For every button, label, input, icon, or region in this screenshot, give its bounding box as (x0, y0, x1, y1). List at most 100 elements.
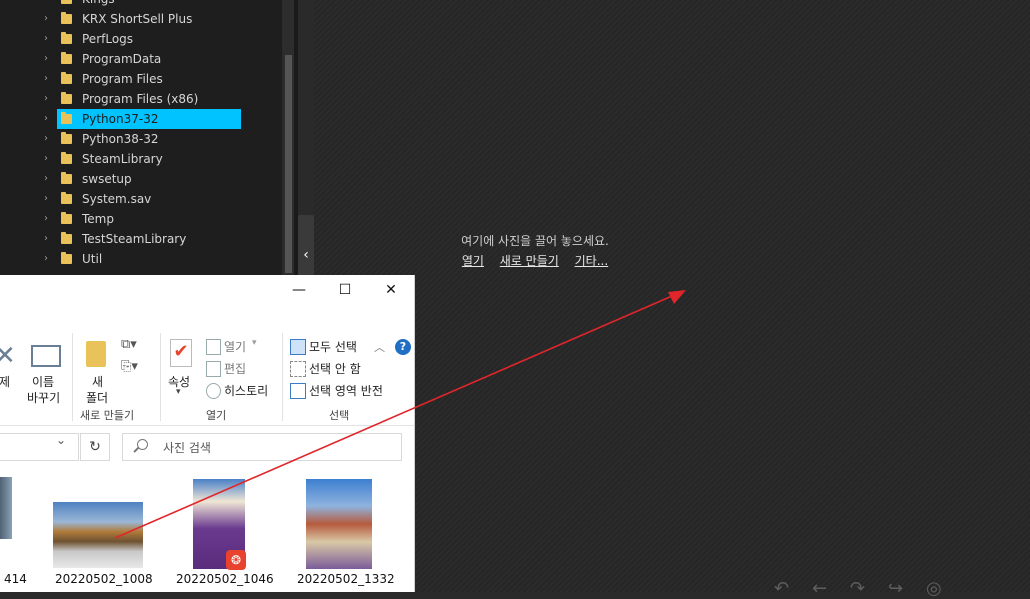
expand-chevron-icon[interactable]: › (44, 129, 54, 149)
invert-selection-label[interactable]: 선택 영역 반전 (309, 382, 383, 399)
forward-icon[interactable]: ↪ (888, 578, 903, 599)
select-none-icon[interactable] (290, 361, 306, 377)
file-label[interactable]: 20220502_1046 (176, 572, 274, 586)
folder-icon (61, 132, 72, 144)
tree-item-label: KRX ShortSell Plus (82, 12, 193, 26)
address-bar[interactable] (0, 433, 79, 461)
file-label[interactable]: 20220502_1332 (297, 572, 395, 586)
drop-links: 열기 새로 만들기 기타... (0, 252, 1030, 269)
expand-chevron-icon[interactable]: › (44, 169, 54, 189)
help-icon[interactable]: ? (395, 339, 411, 355)
file-thumbnail[interactable] (53, 502, 143, 568)
file-thumbnail[interactable] (0, 477, 12, 539)
folder-icon (61, 92, 72, 104)
search-icon (137, 439, 148, 450)
undo-icon[interactable]: ↶ (774, 578, 789, 599)
ribbon-separator (72, 333, 73, 421)
properties-icon[interactable]: ✔ (170, 339, 192, 367)
file-explorer-window: — ☐ ✕ ︿ ? ✕ 삭제 이름 바꾸기 새 폴더 ⧉▾ ⎘▾ 새로 만들기 … (0, 275, 415, 592)
rename-label-line2[interactable]: 바꾸기 (27, 389, 60, 406)
expand-chevron-icon[interactable]: › (44, 189, 54, 209)
delete-label[interactable]: 삭제 (0, 373, 10, 390)
new-link[interactable]: 새로 만들기 (500, 254, 559, 268)
easy-access-icon[interactable]: ⎘▾ (121, 359, 138, 374)
tree-item[interactable]: › SteamLibrary (0, 149, 282, 169)
file-label[interactable]: 20220502_1008 (55, 572, 153, 586)
tree-item[interactable]: › Program Files (0, 69, 282, 89)
file-thumbnail[interactable] (306, 479, 372, 569)
tree-item[interactable]: › System.sav (0, 189, 282, 209)
folder-icon (61, 72, 72, 84)
close-button[interactable]: ✕ (368, 275, 414, 305)
edit-label[interactable]: 편집 (224, 360, 246, 377)
delete-icon[interactable]: ✕ (0, 341, 16, 371)
folder-icon (61, 52, 72, 64)
tree-item[interactable]: › Python37-32 (0, 109, 282, 129)
tree-item-label: Kings (82, 0, 115, 9)
expand-chevron-icon[interactable]: › (44, 89, 54, 109)
select-all-label[interactable]: 모두 선택 (309, 338, 357, 355)
expand-chevron-icon[interactable]: › (44, 209, 54, 229)
file-label[interactable]: 414 (4, 572, 27, 586)
invert-selection-icon[interactable] (290, 383, 306, 399)
history-label[interactable]: 히스토리 (224, 382, 268, 399)
chevron-down-icon[interactable]: ⌄ (56, 433, 66, 447)
rename-label-line1[interactable]: 이름 (32, 373, 54, 390)
minimize-button[interactable]: — (276, 275, 322, 305)
new-item-icon[interactable]: ⧉▾ (121, 337, 137, 352)
tree-item-label: Program Files (x86) (82, 92, 199, 106)
tree-item[interactable]: › KRX ShortSell Plus (0, 9, 282, 29)
tree-item-label: Temp (82, 212, 114, 226)
search-input[interactable]: 사진 검색 (122, 433, 402, 461)
open-icon[interactable] (206, 339, 221, 355)
other-link[interactable]: 기타... (575, 254, 609, 268)
new-folder-line2[interactable]: 폴더 (86, 389, 108, 406)
refresh-icon[interactable]: ↻ (80, 433, 110, 461)
tree-item[interactable]: › swsetup (0, 169, 282, 189)
edit-icon[interactable] (206, 361, 221, 377)
tree-item-label: SteamLibrary (82, 152, 163, 166)
tree-item-label: System.sav (82, 192, 152, 206)
redo-icon[interactable]: ↷ (850, 578, 865, 599)
group-select-label: 선택 (329, 409, 350, 422)
open-label[interactable]: 열기 (224, 338, 246, 355)
select-all-icon[interactable] (290, 339, 306, 355)
tree-item-label: swsetup (82, 172, 132, 186)
expand-chevron-icon[interactable]: › (44, 49, 54, 69)
collapse-ribbon-icon[interactable]: ︿ (374, 339, 385, 355)
address-row: ⌄ ↻ 사진 검색 (0, 429, 414, 463)
expand-chevron-icon[interactable]: › (44, 0, 54, 9)
select-none-label[interactable]: 선택 안 함 (309, 360, 361, 377)
history-icon[interactable] (206, 383, 221, 399)
new-folder-line1[interactable]: 새 (92, 373, 103, 390)
maximize-button[interactable]: ☐ (322, 275, 368, 305)
expand-chevron-icon[interactable]: › (44, 29, 54, 49)
open-dropdown-icon[interactable]: ▾ (252, 338, 257, 348)
tree-item[interactable]: › ProgramData (0, 49, 282, 69)
group-open-label: 열기 (206, 409, 227, 422)
new-folder-icon[interactable] (86, 341, 106, 367)
tree-item[interactable]: › Kings (0, 0, 282, 9)
tree-item[interactable]: › Program Files (x86) (0, 89, 282, 109)
edited-badge-icon: ❂ (226, 550, 246, 570)
expand-chevron-icon[interactable]: › (44, 9, 54, 29)
tree-item[interactable]: › PerfLogs (0, 29, 282, 49)
folder-icon (61, 212, 72, 224)
rename-icon[interactable] (31, 345, 61, 367)
folder-icon (61, 172, 72, 184)
folder-icon (61, 112, 72, 124)
tree-item-label: Python37-32 (82, 112, 159, 126)
settings-icon[interactable]: ◎ (926, 578, 942, 599)
folder-icon (61, 192, 72, 204)
expand-chevron-icon[interactable]: › (44, 109, 54, 129)
expand-chevron-icon[interactable]: › (44, 69, 54, 89)
photo-drop-area[interactable]: 여기에 사진을 끌어 놓으세요. 열기 새로 만들기 기타... ↶ ← ↷ ↪… (314, 0, 1030, 599)
folder-icon (61, 0, 72, 4)
open-link[interactable]: 열기 (462, 254, 484, 268)
tree-item[interactable]: › Temp (0, 209, 282, 229)
bottom-toolbar: ↶ ← ↷ ↪ ◎ (774, 578, 942, 599)
tree-item[interactable]: › Python38-32 (0, 129, 282, 149)
back-icon[interactable]: ← (812, 578, 827, 599)
expand-chevron-icon[interactable]: › (44, 149, 54, 169)
dropdown-arrow-icon[interactable]: ▾ (176, 387, 181, 397)
